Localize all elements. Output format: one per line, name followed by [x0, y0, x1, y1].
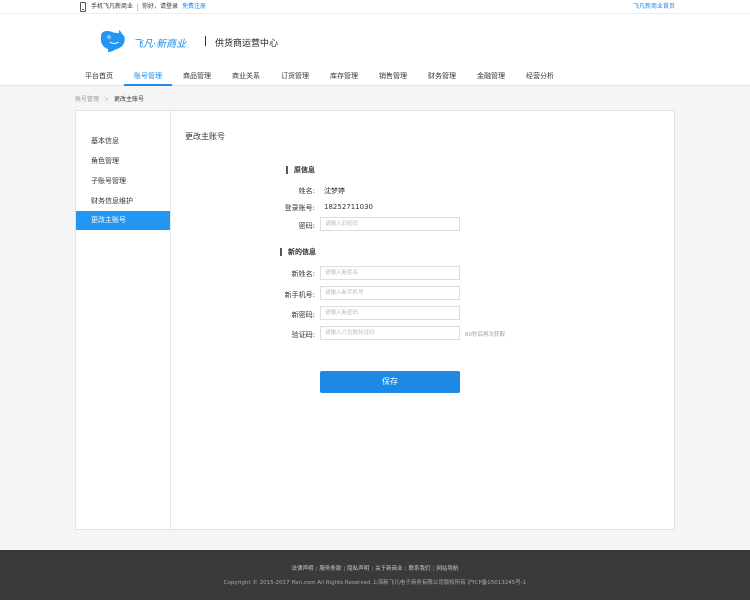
- nav-item-platform-home[interactable]: 平台首页: [85, 71, 113, 86]
- mobile-app-link[interactable]: 手机飞凡新商业: [91, 3, 133, 11]
- nav-item-product-management[interactable]: 商品管理: [183, 71, 211, 86]
- sidebar-item-finance-info[interactable]: 财务信息维护: [76, 192, 170, 211]
- footer-separator: |: [343, 566, 346, 572]
- sidebar-item-basic-info[interactable]: 基本信息: [76, 132, 170, 151]
- footer-link-sitemap[interactable]: 网站导航: [436, 566, 458, 572]
- topbar-divider: [137, 3, 138, 11]
- sidebar: 基本信息 角色管理 子账号管理 财务信息维护 更改主账号: [76, 111, 171, 529]
- footer-link-legal[interactable]: 法律声明: [292, 566, 314, 572]
- verification-code-label: 验证码:: [291, 331, 315, 339]
- original-info-section-title: 原信息: [286, 166, 315, 174]
- mobile-phone-icon[interactable]: [80, 2, 86, 12]
- breadcrumb-parent[interactable]: 账号管理: [75, 96, 99, 103]
- whale-logo-icon[interactable]: [98, 28, 126, 54]
- sidebar-item-change-main-account[interactable]: 更改主账号: [76, 211, 170, 230]
- footer-link-privacy[interactable]: 隐私声明: [347, 566, 369, 572]
- nav-item-sales-management[interactable]: 销售管理: [379, 71, 407, 86]
- header-divider: [205, 36, 206, 46]
- original-name-label: 姓名:: [298, 187, 315, 195]
- login-account-label: 登录账号:: [284, 204, 315, 212]
- login-account-value: 18252711030: [324, 203, 373, 211]
- nav-item-inventory-management[interactable]: 库存管理: [330, 71, 358, 86]
- breadcrumb: 账号管理 > 更改主账号: [75, 94, 144, 103]
- old-password-input[interactable]: 请输入旧密码: [320, 217, 460, 231]
- footer-separator: |: [432, 566, 435, 572]
- breadcrumb-arrow-icon: >: [104, 96, 110, 103]
- resend-code-countdown[interactable]: 60秒后再次获取: [465, 330, 505, 338]
- new-phone-label: 新手机号:: [284, 291, 315, 299]
- sidebar-item-sub-account-management[interactable]: 子账号管理: [76, 172, 170, 191]
- new-phone-input[interactable]: 请输入新手机号: [320, 286, 460, 300]
- new-name-label: 新姓名:: [291, 270, 315, 278]
- footer: 法律声明 | 服务条款 | 隐私声明 | 关于新商业 | 联系我们 | 网站导航 Copyright…: [0, 550, 750, 600]
- footer-link-terms[interactable]: 服务条款: [319, 566, 341, 572]
- footer-separator: |: [371, 566, 374, 572]
- copyright-text: Copyright © 2015-2017 ffan.com All Right…: [223, 580, 527, 586]
- sidebar-item-role-management[interactable]: 角色管理: [76, 152, 170, 171]
- save-button[interactable]: 保存: [320, 371, 460, 393]
- footer-separator: |: [315, 566, 318, 572]
- register-link[interactable]: 免费注册: [182, 3, 206, 11]
- header-title: 供货商运营中心: [215, 39, 279, 49]
- nav-item-business-analysis[interactable]: 经营分析: [526, 71, 554, 86]
- footer-link-contact[interactable]: 联系我们: [409, 566, 431, 572]
- login-link[interactable]: 你好，请登录: [142, 3, 178, 11]
- nav-item-business-relations[interactable]: 商业关系: [232, 71, 260, 86]
- nav-item-order-management[interactable]: 订货管理: [281, 71, 309, 86]
- home-link[interactable]: 飞凡新商业首页: [633, 3, 675, 11]
- content-panel: 基本信息 角色管理 子账号管理 财务信息维护 更改主账号: [75, 110, 675, 530]
- breadcrumb-current: 更改主账号: [114, 96, 145, 103]
- page-title: 更改主账号: [185, 132, 225, 141]
- nav-item-finance-management[interactable]: 财务管理: [428, 71, 456, 86]
- nav-item-account-management[interactable]: 账号管理: [124, 71, 172, 86]
- verification-code-input[interactable]: 请输入六位数验证码: [320, 326, 460, 340]
- original-name-value: 沈梦婷: [324, 187, 345, 195]
- new-name-input[interactable]: 请输入新姓名: [320, 266, 460, 280]
- old-password-label: 密码:: [298, 222, 315, 230]
- new-info-section-title: 新的信息: [280, 248, 316, 256]
- footer-links: 法律声明 | 服务条款 | 隐私声明 | 关于新商业 | 联系我们 | 网站导航: [0, 564, 750, 572]
- nav-item-financial-services[interactable]: 金融管理: [477, 71, 505, 86]
- main-nav: 平台首页 账号管理 商品管理 商业关系 订货管理 库存管理 销售管理 财务管理 …: [0, 66, 750, 86]
- top-bar: 手机飞凡新商业 你好，请登录 免费注册 飞凡新商业首页: [0, 0, 750, 14]
- logo-text: 飞凡·新商业: [133, 39, 187, 50]
- footer-link-about[interactable]: 关于新商业: [375, 566, 403, 572]
- footer-separator: |: [404, 566, 407, 572]
- new-password-input[interactable]: 请输入新密码: [320, 306, 460, 320]
- new-password-label: 新密码:: [291, 311, 315, 319]
